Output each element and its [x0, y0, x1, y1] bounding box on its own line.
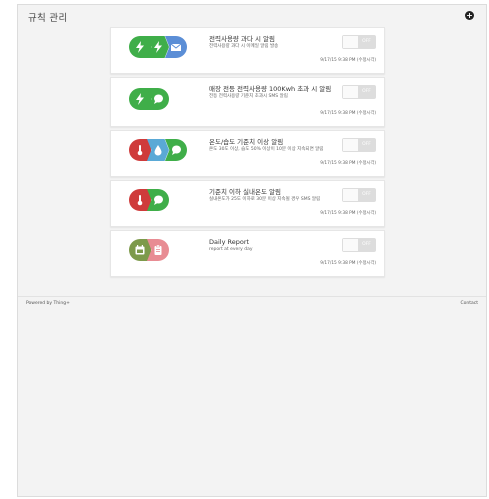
rule-toggle[interactable]: OFF: [342, 35, 376, 49]
rule-description: 전등 전력사용량 기준치 초과시 SMS 알림: [209, 94, 288, 99]
lightning-icon: [129, 88, 151, 110]
page-title: 규칙 관리: [28, 13, 68, 24]
calendar-icon: [129, 239, 151, 261]
rule-description: 전력사용량 과다 시 이메일 알림 발송: [209, 44, 279, 49]
rule-updated-time: 9/17/15 9:38 PM (수정시각): [320, 58, 376, 63]
rule-updated-time: 9/17/15 9:38 PM (수정시각): [320, 161, 376, 166]
rule-icons: [129, 139, 187, 161]
rule-icons: [129, 36, 187, 58]
rule-card[interactable]: 온도/습도 기준치 이상 알림 온도 30도 이상, 습도 50% 이상이 10…: [110, 130, 385, 177]
toggle-state: OFF: [358, 86, 375, 98]
rule-text: 온도/습도 기준치 이상 알림 온도 30도 이상, 습도 50% 이상이 10…: [209, 138, 337, 153]
toggle-knob: [343, 239, 359, 251]
rule-icons: [129, 88, 169, 110]
rule-text: 전력사용량 과다 시 알림 전력사용량 과다 시 이메일 알림 발송: [209, 35, 337, 50]
rule-description: 온도 30도 이상, 습도 50% 이상이 10분 이상 지속되면 알림: [209, 147, 324, 152]
rule-title: 기준치 이하 실내온도 알림: [209, 188, 281, 196]
rule-toggle[interactable]: OFF: [342, 238, 376, 252]
toggle-knob: [343, 139, 359, 151]
rule-icons: [129, 239, 169, 261]
rule-title: 전력사용량 과다 시 알림: [209, 35, 275, 43]
thermometer-icon: [129, 189, 151, 211]
page-header: 규칙 관리 +: [28, 10, 476, 26]
toggle-state: OFF: [358, 36, 375, 48]
rule-updated-time: 9/17/15 9:38 PM (수정시각): [320, 261, 376, 266]
rule-toggle[interactable]: OFF: [342, 85, 376, 99]
rule-updated-time: 9/17/15 9:38 PM (수정시각): [320, 211, 376, 216]
rule-toggle[interactable]: OFF: [342, 138, 376, 152]
rule-title: Daily Report: [209, 238, 250, 246]
rule-text: 매장 전등 전력사용량 100Kwh 초과 시 알림 전등 전력사용량 기준치 …: [209, 85, 337, 100]
rule-title: 매장 전등 전력사용량 100Kwh 초과 시 알림: [209, 85, 332, 93]
toggle-state: OFF: [358, 239, 375, 251]
rule-card[interactable]: Daily Report report at every day OFF 9/1…: [110, 230, 385, 277]
rule-updated-time: 9/17/15 9:38 PM (수정시각): [320, 111, 376, 116]
toggle-knob: [343, 36, 359, 48]
toggle-state: OFF: [358, 189, 375, 201]
thermometer-icon: [129, 139, 151, 161]
toggle-knob: [343, 189, 359, 201]
rule-list: 전력사용량 과다 시 알림 전력사용량 과다 시 이메일 알림 발송 OFF 9…: [110, 27, 385, 280]
rule-text: 기준치 이하 실내온도 알림 실내온도가 25도 이하로 30분 이상 지속될 …: [209, 188, 337, 203]
toggle-state: OFF: [358, 139, 375, 151]
plus-circle-icon: +: [466, 11, 473, 20]
rule-card[interactable]: 매장 전등 전력사용량 100Kwh 초과 시 알림 전등 전력사용량 기준치 …: [110, 77, 385, 127]
add-rule-button[interactable]: +: [465, 11, 474, 20]
rule-description: 실내온도가 25도 이하로 30분 이상 지속될 경우 SMS 알림: [209, 197, 321, 202]
contact-link[interactable]: Contact: [460, 301, 478, 306]
rule-description: report at every day: [209, 247, 253, 252]
lightning-icon: [129, 36, 151, 58]
rule-text: Daily Report report at every day: [209, 238, 337, 253]
toggle-knob: [343, 86, 359, 98]
rule-title: 온도/습도 기준치 이상 알림: [209, 138, 284, 146]
powered-by-text: Powered by Thing+: [26, 301, 70, 306]
footer-divider: [18, 296, 486, 297]
rule-card[interactable]: 기준치 이하 실내온도 알림 실내온도가 25도 이하로 30분 이상 지속될 …: [110, 180, 385, 227]
rule-card[interactable]: 전력사용량 과다 시 알림 전력사용량 과다 시 이메일 알림 발송 OFF 9…: [110, 27, 385, 74]
rule-icons: [129, 189, 169, 211]
rule-toggle[interactable]: OFF: [342, 188, 376, 202]
app-frame: 규칙 관리 + 전력사용량 과다 시 알림 전력사용량 과다 시 이메일 알림 …: [17, 4, 487, 497]
